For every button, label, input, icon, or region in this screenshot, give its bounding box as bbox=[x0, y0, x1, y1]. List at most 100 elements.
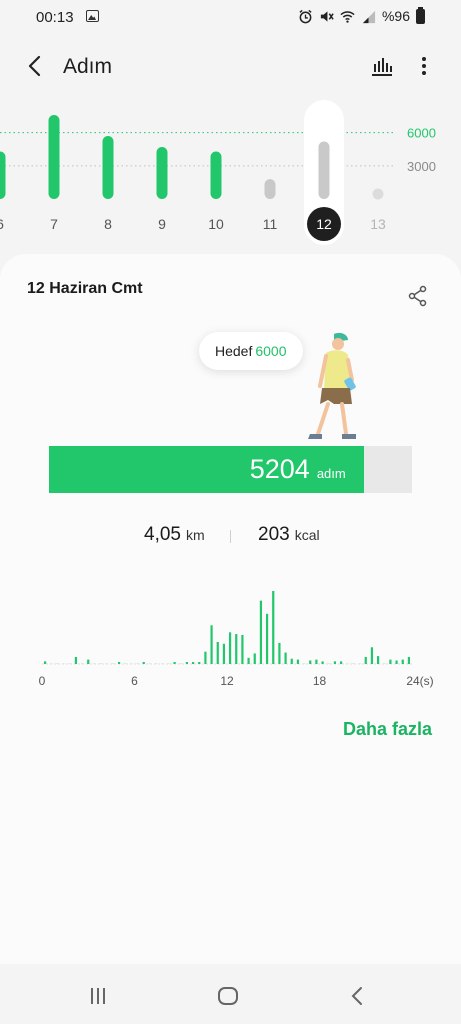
hour-bar bbox=[222, 643, 226, 664]
hourly-steps-chart: 0 6 12 18 24(s) bbox=[39, 590, 434, 688]
distance-stat: 4,05 km bbox=[144, 524, 205, 546]
week-day-label-13[interactable]: 13 bbox=[370, 216, 386, 232]
hour-bar bbox=[93, 663, 96, 664]
battery-percent: %96 bbox=[381, 8, 410, 24]
hour-bar bbox=[154, 663, 158, 664]
hour-bar bbox=[124, 663, 127, 664]
nav-back-icon[interactable] bbox=[347, 985, 367, 1007]
week-day-label-6[interactable]: 6 bbox=[0, 216, 4, 232]
hour-bar bbox=[68, 663, 71, 664]
hour-bar bbox=[278, 642, 281, 664]
hour-bar bbox=[105, 663, 108, 664]
hour-bar bbox=[74, 656, 78, 664]
hour-bar bbox=[111, 663, 115, 664]
back-icon[interactable] bbox=[22, 52, 50, 80]
home-icon[interactable] bbox=[218, 987, 238, 1005]
app-bar: Adım bbox=[0, 38, 461, 94]
hour-bar bbox=[321, 661, 324, 664]
hour-tick-label: 6 bbox=[131, 674, 138, 688]
hour-tick-label: 12 bbox=[220, 674, 234, 688]
wifi-icon bbox=[340, 10, 355, 23]
gallery-icon bbox=[86, 10, 99, 22]
page-title: Adım bbox=[63, 55, 113, 78]
hour-bar bbox=[167, 663, 170, 664]
hour-bar bbox=[290, 658, 293, 664]
status-time: 00:13 bbox=[36, 9, 74, 26]
hour-bar bbox=[50, 663, 53, 664]
hour-bar bbox=[62, 663, 65, 664]
hour-bar bbox=[99, 663, 102, 664]
hour-bar bbox=[179, 663, 182, 664]
week-day-label-9[interactable]: 9 bbox=[158, 216, 166, 232]
card-date: 12 Haziran Cmt bbox=[27, 280, 143, 297]
hour-bar bbox=[376, 656, 380, 664]
week-bar-13[interactable] bbox=[372, 188, 384, 200]
hour-bar bbox=[296, 659, 300, 664]
hour-bar bbox=[364, 656, 367, 664]
week-bar-12[interactable] bbox=[318, 141, 330, 199]
hour-bar bbox=[315, 659, 318, 664]
hour-bar bbox=[117, 662, 121, 664]
hour-bar bbox=[204, 651, 207, 664]
goal-bubble: Hedef 6000 bbox=[199, 332, 303, 370]
week-day-label-12[interactable]: 12 bbox=[316, 216, 332, 232]
kcal-value: 203 bbox=[258, 524, 290, 545]
hour-bar bbox=[228, 632, 232, 664]
hour-bar bbox=[339, 661, 343, 664]
kcal-unit: kcal bbox=[294, 527, 320, 543]
alarm-icon bbox=[299, 9, 312, 23]
hour-bar bbox=[383, 663, 386, 664]
week-bar-10[interactable] bbox=[210, 151, 222, 199]
hour-bar bbox=[198, 662, 201, 664]
week-day-label-7[interactable]: 7 bbox=[50, 216, 58, 232]
week-bar-11[interactable] bbox=[264, 179, 276, 199]
weekly-steps-chart[interactable]: 6000 3000 6 7 8 9 10 11 12 13 bbox=[0, 95, 461, 245]
hour-bar bbox=[130, 663, 133, 664]
hour-bar bbox=[253, 653, 256, 664]
hour-bar bbox=[272, 590, 275, 664]
battery-icon bbox=[416, 6, 425, 24]
week-bar-6[interactable] bbox=[0, 151, 6, 199]
hour-bar bbox=[401, 659, 404, 664]
week-day-label-10[interactable]: 10 bbox=[208, 216, 224, 232]
hour-bar bbox=[352, 663, 355, 664]
hour-bar bbox=[370, 647, 374, 664]
hour-bar bbox=[309, 660, 312, 664]
steps-progress-track: 5204 adım bbox=[49, 446, 412, 493]
bar-chart-icon[interactable] bbox=[368, 52, 396, 80]
navigation-bar bbox=[0, 964, 461, 1024]
hour-bar bbox=[302, 663, 306, 664]
signal-icon bbox=[362, 10, 376, 23]
distance-value: 4,05 bbox=[144, 524, 181, 545]
hour-bar bbox=[185, 662, 189, 664]
week-day-label-8[interactable]: 8 bbox=[104, 216, 112, 232]
stats-divider bbox=[230, 530, 231, 543]
share-icon[interactable] bbox=[406, 284, 430, 308]
walker-illustration bbox=[308, 332, 356, 439]
stats-row: 4,05 km 203 kcal bbox=[0, 524, 461, 554]
hour-bar bbox=[191, 662, 195, 664]
steps-progress-fill: 5204 adım bbox=[49, 446, 364, 493]
status-icons: %96 bbox=[298, 6, 425, 24]
hour-bar bbox=[80, 663, 84, 664]
hour-bar bbox=[407, 656, 411, 664]
hour-bar bbox=[142, 662, 145, 664]
week-bar-9[interactable] bbox=[156, 147, 168, 199]
more-vert-icon[interactable] bbox=[412, 52, 436, 80]
hour-tick-label: 18 bbox=[313, 674, 327, 688]
hour-bar bbox=[43, 661, 47, 664]
mute-icon bbox=[320, 10, 334, 22]
status-bar: 00:13 %96 bbox=[0, 0, 461, 34]
hour-bar bbox=[235, 634, 238, 664]
week-bar-7[interactable] bbox=[48, 115, 60, 199]
distance-unit: km bbox=[185, 527, 205, 543]
more-link[interactable]: Daha fazla bbox=[343, 719, 432, 740]
hour-bar bbox=[346, 663, 349, 664]
goal-axis-label: 6000 bbox=[407, 126, 436, 141]
hour-bar bbox=[148, 663, 152, 664]
week-bar-8[interactable] bbox=[102, 136, 114, 199]
hour-bar bbox=[136, 663, 139, 664]
hour-bar bbox=[87, 659, 90, 664]
recents-icon[interactable] bbox=[88, 987, 108, 1005]
week-day-label-11[interactable]: 11 bbox=[263, 216, 278, 232]
